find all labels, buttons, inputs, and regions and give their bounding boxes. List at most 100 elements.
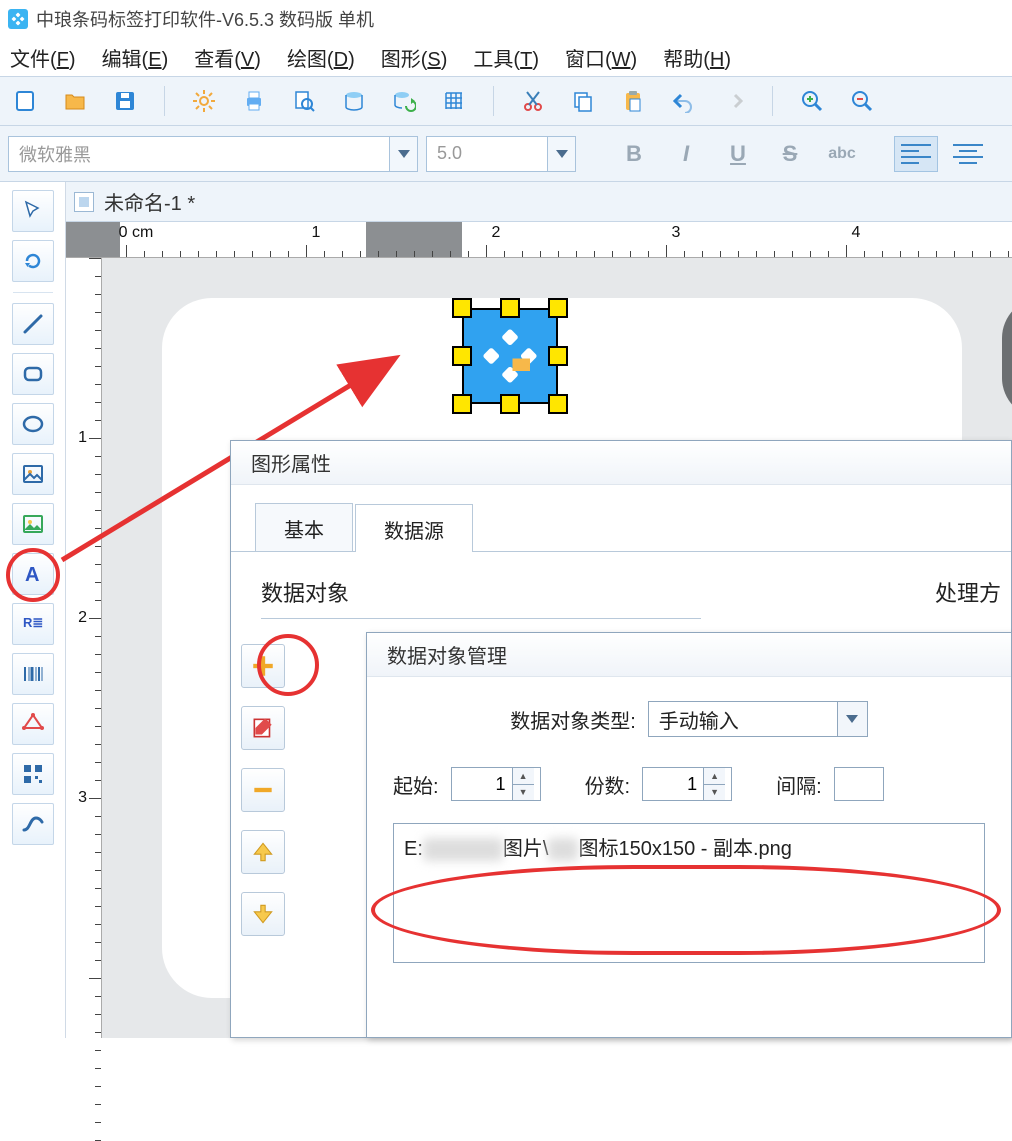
zoom-in-icon[interactable] xyxy=(797,86,827,116)
spin-up-icon[interactable]: ▲ xyxy=(513,768,534,785)
dialog-tabs: 基本 数据源 xyxy=(231,485,1011,552)
copies-label: 份数: xyxy=(585,770,631,799)
type-label: 数据对象类型: xyxy=(510,705,636,734)
database-refresh-icon[interactable] xyxy=(389,86,419,116)
database-icon[interactable] xyxy=(339,86,369,116)
barcode-tool[interactable] xyxy=(12,653,54,695)
menu-draw[interactable]: 绘图(D) xyxy=(287,43,355,72)
dialog-title-bar[interactable]: 数据对象管理 xyxy=(367,633,1011,677)
zoom-out-icon[interactable] xyxy=(847,86,877,116)
print-icon[interactable] xyxy=(239,86,269,116)
menu-window[interactable]: 窗口(W) xyxy=(565,43,637,72)
resize-handle[interactable] xyxy=(548,346,568,366)
menu-file[interactable]: 文件(F) xyxy=(10,43,76,72)
image-color-tool[interactable] xyxy=(12,503,54,545)
start-spinner[interactable]: ▲▼ xyxy=(451,767,541,801)
fontsize-combo[interactable]: 5.0 xyxy=(426,136,576,172)
svg-text:R≣: R≣ xyxy=(23,615,43,630)
data-object-tools xyxy=(241,644,295,936)
dialog-title-bar[interactable]: 图形属性 xyxy=(231,441,1011,485)
separator xyxy=(493,86,494,116)
path-drive: E: xyxy=(404,838,423,860)
remove-data-object-button[interactable] xyxy=(241,768,285,812)
spin-down-icon[interactable]: ▼ xyxy=(704,785,725,801)
menu-shape[interactable]: 图形(S) xyxy=(381,43,448,72)
align-center-button[interactable] xyxy=(946,136,990,172)
align-left-button[interactable] xyxy=(894,136,938,172)
gap-label: 间隔: xyxy=(776,770,822,799)
dialog-title: 图形属性 xyxy=(251,448,331,477)
italic-button[interactable]: I xyxy=(664,136,708,172)
underline-button[interactable]: U xyxy=(716,136,760,172)
section-data-objects: 数据对象 xyxy=(261,576,701,608)
chevron-down-icon[interactable] xyxy=(389,137,417,171)
resize-handle[interactable] xyxy=(548,394,568,414)
path-textbox[interactable]: E:xxxxxxxx图片\xxx图标150x150 - 副本.png xyxy=(393,823,985,963)
grid-icon[interactable] xyxy=(439,86,469,116)
undo-icon[interactable] xyxy=(668,86,698,116)
menu-tool[interactable]: 工具(T) xyxy=(473,43,539,72)
settings-icon[interactable] xyxy=(189,86,219,116)
paste-icon[interactable] xyxy=(618,86,648,116)
move-down-button[interactable] xyxy=(241,892,285,936)
copies-input[interactable] xyxy=(643,768,703,800)
gap-input[interactable] xyxy=(835,768,883,800)
abc-button[interactable]: abc xyxy=(820,136,864,172)
format-toolbar: 微软雅黑 5.0 B I U S abc xyxy=(0,126,1012,182)
strike-button[interactable]: S xyxy=(768,136,812,172)
resize-handle[interactable] xyxy=(548,298,568,318)
redo-icon[interactable] xyxy=(718,86,748,116)
text-tool[interactable]: A xyxy=(12,553,54,595)
gap-spinner[interactable] xyxy=(834,767,884,801)
font-combo[interactable]: 微软雅黑 xyxy=(8,136,418,172)
path-mid: 图片\ xyxy=(503,838,549,860)
type-value: 手动输入 xyxy=(649,705,837,734)
svg-text:A: A xyxy=(25,564,39,586)
add-data-object-button[interactable] xyxy=(241,644,285,688)
edit-data-object-button[interactable] xyxy=(241,706,285,750)
tool-palette: A R≣ xyxy=(0,182,66,1038)
image-tool[interactable] xyxy=(12,453,54,495)
font-value: 微软雅黑 xyxy=(9,141,389,167)
move-up-button[interactable] xyxy=(241,830,285,874)
curve-tool[interactable] xyxy=(12,803,54,845)
bold-button[interactable]: B xyxy=(612,136,656,172)
open-file-icon[interactable] xyxy=(60,86,90,116)
new-file-icon[interactable] xyxy=(10,86,40,116)
resize-handle[interactable] xyxy=(500,298,520,318)
copies-spinner[interactable]: ▲▼ xyxy=(642,767,732,801)
tab-datasource[interactable]: 数据源 xyxy=(355,504,473,552)
page-edge xyxy=(1002,298,1012,418)
copy-icon[interactable] xyxy=(568,86,598,116)
preview-icon[interactable] xyxy=(289,86,319,116)
polygon-tool[interactable] xyxy=(12,703,54,745)
cut-icon[interactable] xyxy=(518,86,548,116)
save-icon[interactable] xyxy=(110,86,140,116)
line-tool[interactable] xyxy=(12,303,54,345)
resize-handle[interactable] xyxy=(452,346,472,366)
selected-image-object[interactable] xyxy=(462,308,558,404)
roundrect-tool[interactable] xyxy=(12,353,54,395)
section-processing: 处理方 xyxy=(935,576,1001,608)
richtext-tool[interactable]: R≣ xyxy=(12,603,54,645)
resize-handle[interactable] xyxy=(452,394,472,414)
menu-view[interactable]: 查看(V) xyxy=(194,43,261,72)
chevron-down-icon[interactable] xyxy=(837,702,867,736)
tab-basic[interactable]: 基本 xyxy=(255,503,353,551)
spin-down-icon[interactable]: ▼ xyxy=(513,785,534,801)
menu-edit[interactable]: 编辑(E) xyxy=(102,43,169,72)
menu-bar: 文件(F) 编辑(E) 查看(V) 绘图(D) 图形(S) 工具(T) 窗口(W… xyxy=(0,38,1012,76)
qrcode-tool[interactable] xyxy=(12,753,54,795)
type-select[interactable]: 手动输入 xyxy=(648,701,868,737)
spin-up-icon[interactable]: ▲ xyxy=(704,768,725,785)
menu-help[interactable]: 帮助(H) xyxy=(663,43,731,72)
separator xyxy=(164,86,165,116)
chevron-down-icon[interactable] xyxy=(547,137,575,171)
resize-handle[interactable] xyxy=(500,394,520,414)
ellipse-tool[interactable] xyxy=(12,403,54,445)
document-tab[interactable]: 未命名-1 * xyxy=(66,182,1012,222)
resize-handle[interactable] xyxy=(452,298,472,318)
rotate-tool[interactable] xyxy=(12,240,54,282)
pointer-tool[interactable] xyxy=(12,190,54,232)
start-input[interactable] xyxy=(452,768,512,800)
